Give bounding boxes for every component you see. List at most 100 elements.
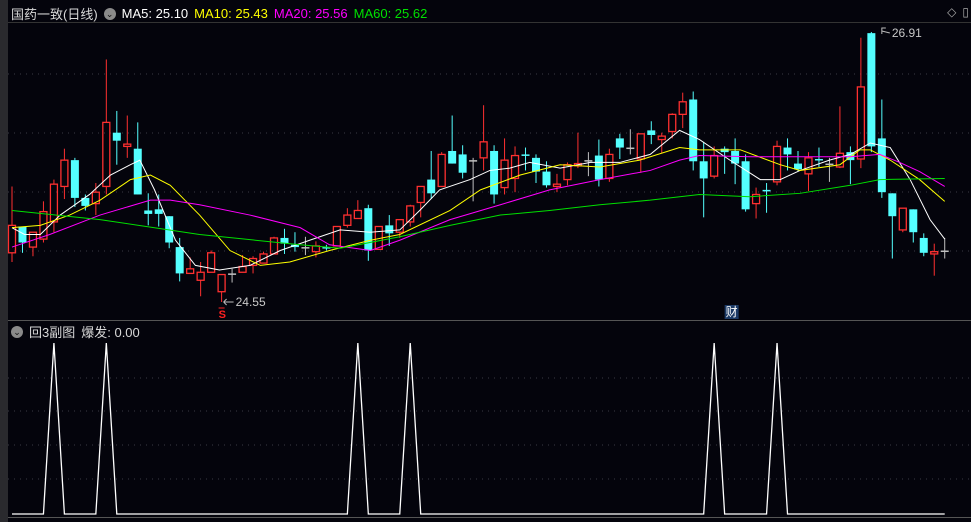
candle [479,105,488,171]
finance-badge-label: 财 [726,305,738,319]
ma5-label: MA5: 25.10 [121,6,189,21]
candle [689,91,698,171]
candle [532,154,540,184]
candle-body [60,159,69,188]
candle-body [930,251,939,255]
candle-body [238,265,247,273]
candle-body [500,159,509,189]
candle-body [636,133,645,160]
ma20-label: MA20: 25.56 [273,6,348,21]
candle [144,193,153,226]
candle [888,193,897,259]
stock-title: 国药一致(日线) [11,7,98,22]
candle [521,147,530,171]
candle-body [228,273,237,275]
candle-body [804,157,813,175]
candle-body [521,154,530,156]
candle-body [909,209,918,233]
kline-chart: 26.91 24.55 S 财 [7,22,971,518]
candle [269,236,279,255]
candle [647,121,656,145]
candle-body [269,237,279,255]
candle-body [594,155,603,180]
ma10-label: MA10: 25.43 [194,6,268,21]
candle-body [437,153,446,188]
candle-body [343,214,352,226]
candle-body [154,209,163,214]
candle-body [196,271,205,281]
candle-body [794,163,802,170]
candle [102,59,111,195]
candle-body [584,160,593,162]
candle [762,183,771,213]
candle-body [385,225,394,234]
candle-body [699,161,708,179]
candle [343,208,352,228]
candle [510,146,520,193]
candle [49,179,59,233]
candle [626,129,635,155]
candle [332,225,342,247]
candle-body [70,160,79,198]
candle [615,133,624,159]
candle [427,150,436,200]
low-price-label: 24.55 [236,295,266,309]
candle-body [762,189,771,192]
candle [448,115,457,164]
candle-body [615,138,624,148]
candle [835,106,845,169]
low-arrow-icon [223,298,234,306]
candle-body [301,247,310,249]
candle [28,231,38,257]
candle [364,204,373,261]
sell-signal-label: S [219,309,226,321]
candle-body [217,273,226,293]
diamond-icon[interactable]: ◇ [947,5,956,19]
candle-body [186,268,195,275]
candle [353,200,362,220]
candle-body [144,210,153,214]
candle-body [490,150,499,195]
candle-body [678,101,687,116]
candle [186,257,195,275]
chevron-down-icon[interactable]: ⌄ [11,325,23,338]
candle-body [552,183,562,188]
candle-body [542,171,551,186]
candle-body [783,147,792,155]
chevron-down-icon[interactable]: ⌄ [103,7,116,20]
candle [909,209,918,243]
candle-body [867,33,876,147]
sub-chart-title: 回3副图 [29,325,76,340]
candle [490,145,499,204]
candle-body [332,225,342,247]
candle-body [668,113,677,133]
candle-body [710,154,719,177]
candle-body [458,154,467,173]
panel-icon[interactable]: ▯ [962,5,969,19]
candle [175,237,184,282]
candle [70,157,79,208]
candle-body [112,132,121,141]
candle-body [898,207,907,231]
candle [940,237,949,259]
candle-body [133,148,142,195]
high-price-label: 26.91 [892,26,922,40]
candle-body [888,193,897,217]
candle [91,183,100,216]
ma60-label: MA60: 25.62 [353,6,428,21]
candle [794,150,802,172]
candle-body [416,185,425,204]
candle [228,268,237,283]
high-marker-icon [881,27,890,34]
candle-body [123,143,132,148]
candle-body [49,183,59,223]
candle [500,138,509,195]
candle-body [919,237,928,253]
candle-body [532,157,540,172]
candle-body [175,247,184,274]
candle [678,92,687,129]
candle-body [626,147,635,150]
candle [699,141,708,218]
candle-body [353,209,362,220]
candle-body [479,141,488,159]
